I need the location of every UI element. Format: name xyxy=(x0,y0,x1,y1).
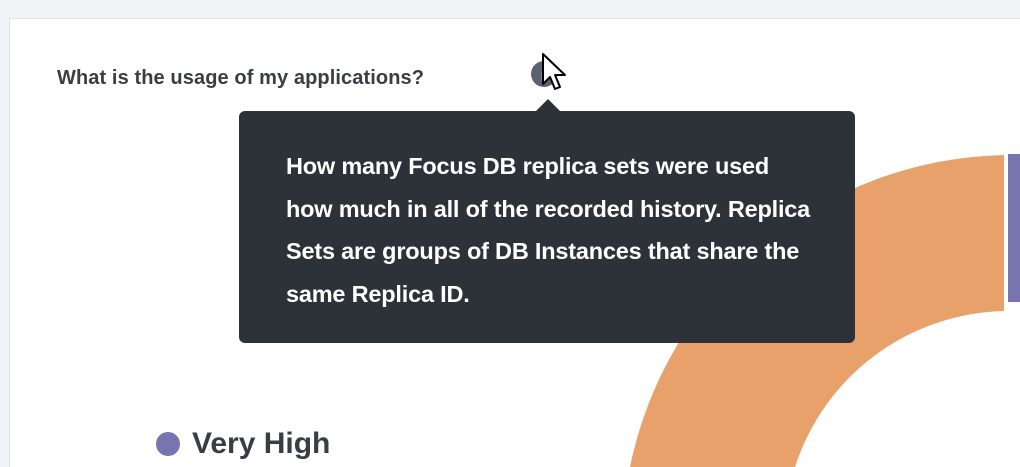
legend-item-very-high[interactable]: Very High xyxy=(156,427,330,461)
donut-segment-purple[interactable] xyxy=(1008,154,1020,302)
tooltip-arrow xyxy=(536,99,560,111)
info-icon[interactable] xyxy=(530,60,558,88)
tooltip-text: How many Focus DB replica sets were used… xyxy=(286,153,811,307)
usage-question-title: What is the usage of my applications? xyxy=(57,67,425,89)
legend-dot xyxy=(156,432,180,456)
info-tooltip: How many Focus DB replica sets were used… xyxy=(239,111,855,343)
legend-label: Very High xyxy=(192,427,331,460)
